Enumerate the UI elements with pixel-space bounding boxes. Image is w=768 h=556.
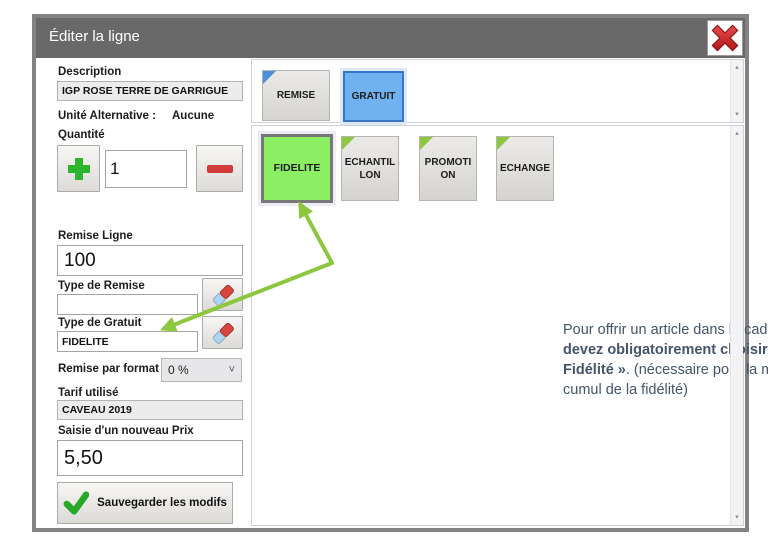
- gratuit-type-panel: FIDELITE ECHANTILLON PROMOTION ECHANGE P…: [251, 125, 744, 526]
- screenshot-stage: Éditer la ligne Description Unité Altern…: [0, 0, 768, 556]
- tarif-label: Tarif utilisé: [58, 387, 119, 399]
- close-icon: [711, 24, 739, 52]
- scroll-up-icon[interactable]: ▴: [731, 64, 743, 71]
- quantity-input[interactable]: [105, 150, 187, 188]
- category-panel-scrollbar[interactable]: ▴ ▾: [730, 60, 743, 122]
- corner-fold-icon: [497, 137, 510, 150]
- clear-type-gratuit-button[interactable]: [202, 316, 243, 349]
- remise-ligne-label: Remise Ligne: [58, 230, 133, 242]
- scroll-down-icon[interactable]: ▾: [731, 514, 743, 521]
- eraser-icon: [210, 321, 236, 345]
- corner-fold-icon: [263, 71, 276, 84]
- type-gratuit-label: Type de Gratuit: [58, 317, 142, 329]
- description-label: Description: [58, 66, 121, 78]
- type-button-label: FIDELITE: [274, 162, 321, 176]
- type-button-promotion[interactable]: PROMOTION: [419, 136, 477, 201]
- type-button-label: ECHANTILLON: [344, 156, 396, 182]
- type-button-label: GRATUIT: [352, 90, 396, 103]
- nouveau-prix-label: Saisie d'un nouveau Prix: [58, 425, 194, 437]
- titlebar: Éditer la ligne: [36, 18, 745, 58]
- type-button-echange[interactable]: ECHANGE: [496, 136, 554, 201]
- type-button-label: PROMOTION: [422, 156, 474, 182]
- type-button-label: REMISE: [277, 89, 315, 102]
- scroll-down-icon[interactable]: ▾: [731, 111, 743, 118]
- remise-format-value: 0 %: [168, 363, 189, 377]
- remise-format-select[interactable]: 0 % ˅: [161, 358, 242, 382]
- type-gratuit-input[interactable]: [57, 331, 198, 352]
- clear-type-remise-button[interactable]: [202, 278, 243, 311]
- unite-alternative-row: Unité Alternative : Aucune: [58, 110, 214, 122]
- minus-icon: [206, 164, 234, 174]
- category-panel: REMISE GRATUIT ▴ ▾: [251, 59, 744, 123]
- quantity-minus-button[interactable]: [196, 145, 243, 192]
- dialog-title: Éditer la ligne: [49, 28, 140, 45]
- edit-line-dialog: Éditer la ligne Description Unité Altern…: [32, 14, 749, 532]
- type-remise-label: Type de Remise: [58, 280, 145, 292]
- type-button-gratuit[interactable]: GRATUIT: [343, 71, 404, 122]
- corner-fold-icon: [342, 137, 355, 150]
- type-remise-input[interactable]: [57, 294, 198, 315]
- dialog-content: Description Unité Alternative : Aucune Q…: [36, 58, 745, 528]
- eraser-icon: [210, 283, 236, 307]
- unite-alternative-label: Unité Alternative :: [58, 110, 156, 122]
- check-icon: [63, 491, 89, 515]
- type-button-fidelite[interactable]: FIDELITE: [261, 134, 333, 203]
- unite-alternative-value: Aucune: [172, 110, 214, 122]
- type-button-remise[interactable]: REMISE: [262, 70, 330, 121]
- scroll-up-icon[interactable]: ▴: [731, 130, 743, 137]
- corner-fold-icon: [420, 137, 433, 150]
- close-button[interactable]: [707, 20, 743, 56]
- nouveau-prix-input[interactable]: [57, 440, 243, 476]
- plus-icon: [65, 155, 93, 183]
- type-button-label: ECHANGE: [500, 162, 550, 175]
- remise-format-label: Remise par format: [58, 363, 159, 375]
- type-button-echantillon[interactable]: ECHANTILLON: [341, 136, 399, 201]
- chevron-down-icon: ˅: [229, 365, 235, 376]
- gratuit-panel-scrollbar[interactable]: ▴ ▾: [730, 126, 743, 525]
- quantite-label: Quantité: [58, 129, 105, 141]
- remise-ligne-input[interactable]: [57, 245, 243, 276]
- description-field[interactable]: [57, 81, 243, 101]
- tarif-field[interactable]: [57, 400, 243, 420]
- save-button-label: Sauvegarder les modifs: [97, 497, 227, 509]
- quantity-plus-button[interactable]: [57, 145, 100, 192]
- save-button[interactable]: Sauvegarder les modifs: [57, 482, 233, 524]
